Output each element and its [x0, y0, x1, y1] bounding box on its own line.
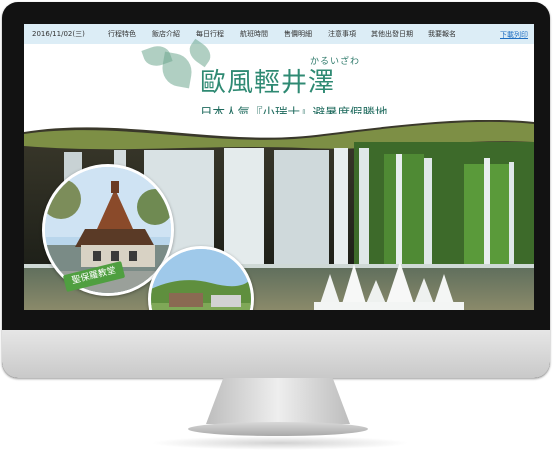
monitor-screen-holder: 2016/11/02(三) 行程特色 飯店介紹 每日行程 航班時間 售價明細 注… — [2, 2, 550, 378]
nav-item-hotel[interactable]: 飯店介紹 — [144, 29, 188, 39]
nav-item-notes[interactable]: 注意事項 — [320, 29, 364, 39]
stand-base — [188, 422, 368, 436]
nav-date: 2016/11/02(三) — [32, 30, 85, 38]
leaf-decoration — [159, 51, 195, 89]
nav-item-pricing[interactable]: 售價明細 — [276, 29, 320, 39]
stand-neck — [206, 378, 350, 424]
top-nav: 2016/11/02(三) 行程特色 飯店介紹 每日行程 航班時間 售價明細 注… — [24, 24, 534, 44]
monitor-stand — [188, 378, 368, 440]
nav-menu: 行程特色 飯店介紹 每日行程 航班時間 售價明細 注意事項 其他出發日期 我要報… — [100, 29, 464, 39]
nav-item-flights[interactable]: 航班時間 — [232, 29, 276, 39]
download-print-link[interactable]: 下載列印 — [500, 30, 528, 40]
nav-item-other-dates[interactable]: 其他出發日期 — [364, 29, 420, 39]
page-title: 歐風輕井澤 — [200, 68, 336, 98]
waterfall-photo: 聖保羅教堂 — [24, 114, 534, 310]
nav-item-signup[interactable]: 我要報名 — [420, 29, 464, 39]
screen: 2016/11/02(三) 行程特色 飯店介紹 每日行程 航班時間 售價明細 注… — [24, 24, 534, 310]
nav-item-features[interactable]: 行程特色 — [100, 29, 144, 39]
